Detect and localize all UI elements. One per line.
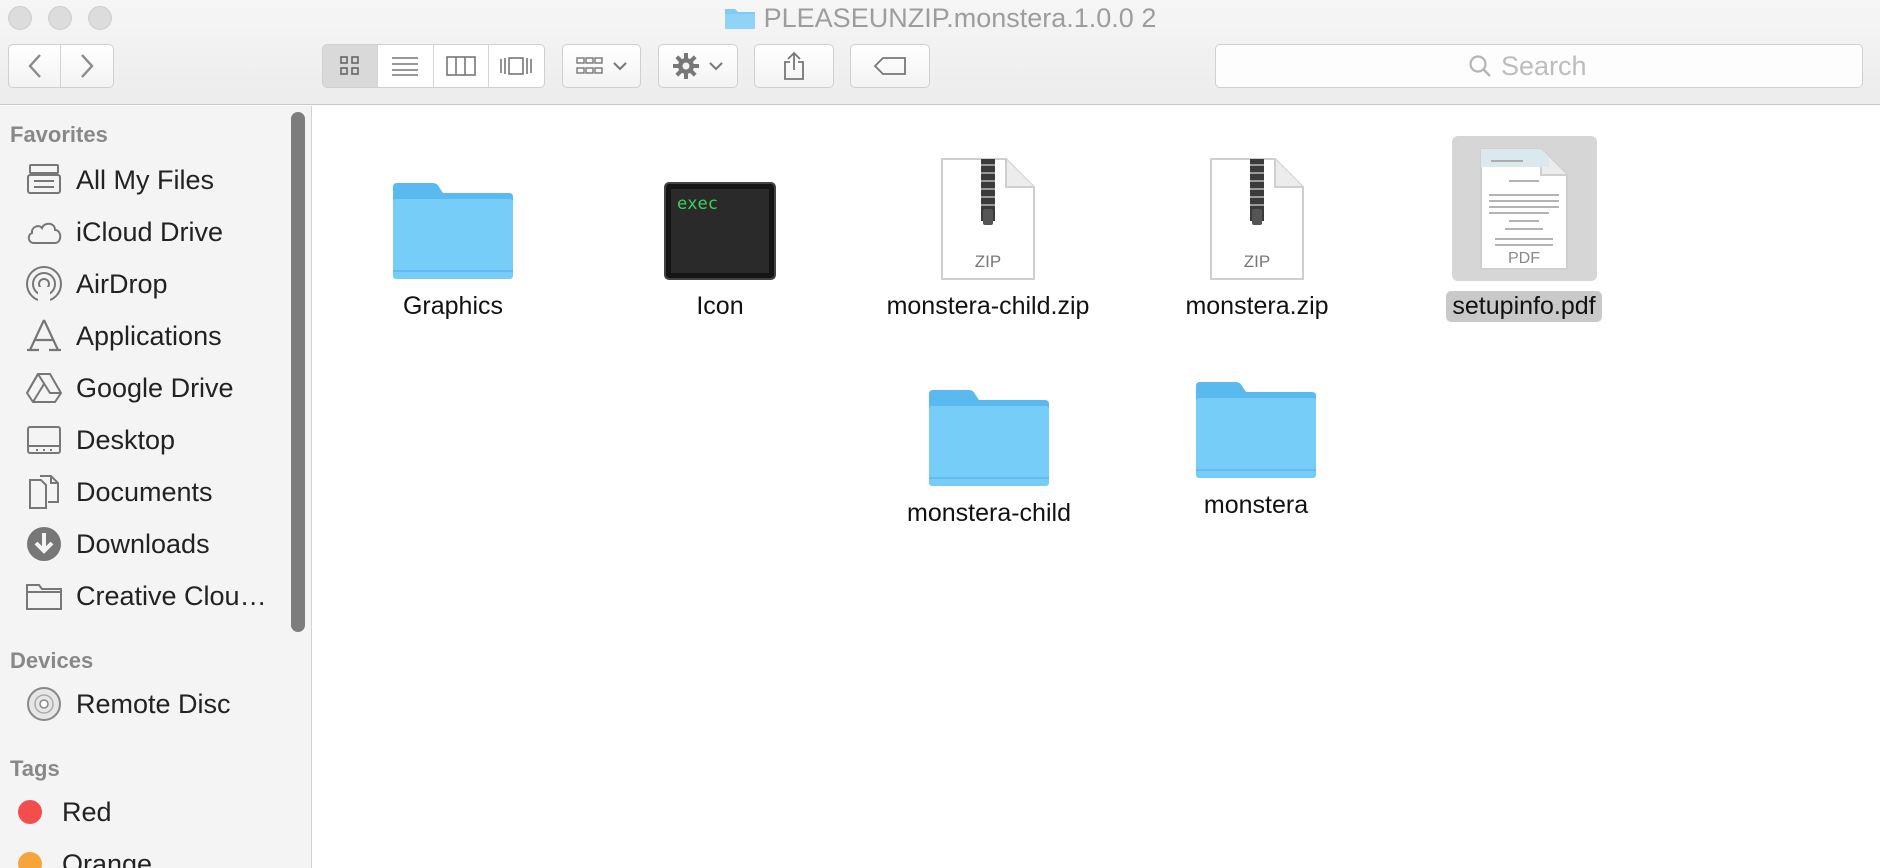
file-item-monstera-child-zip[interactable]: ZIP monstera-child.zip <box>853 121 1123 322</box>
sidebar-item-label: Creative Clou… <box>76 580 267 611</box>
sidebar-section-devices: Devices <box>10 648 94 673</box>
sidebar-tag-orange[interactable]: Orange <box>10 842 270 868</box>
file-name: monstera-child.zip <box>886 292 1090 320</box>
downloads-icon <box>24 524 64 564</box>
disc-icon <box>24 684 64 724</box>
sidebar-item-creative-cloud[interactable]: Creative Clou… <box>24 574 284 618</box>
all-files-icon <box>24 160 64 200</box>
search-input[interactable] <box>1501 50 1611 82</box>
list-view-button[interactable] <box>378 45 434 87</box>
sidebar-item-icloud-drive[interactable]: iCloud Drive <box>24 210 284 254</box>
forward-button[interactable] <box>61 45 113 87</box>
applications-icon <box>24 316 64 356</box>
sidebar: Favorites All My Files iCloud Drive AirD… <box>0 106 312 868</box>
list-view-icon <box>392 57 419 76</box>
sidebar-item-applications[interactable]: Applications <box>24 314 284 358</box>
sidebar-item-label: Orange <box>62 848 153 868</box>
selection-highlight: PDF <box>1451 136 1597 281</box>
chevron-down-icon <box>709 62 723 71</box>
sidebar-item-label: Applications <box>76 320 222 351</box>
exec-icon: exec <box>664 182 776 280</box>
google-drive-icon <box>24 368 64 408</box>
chevron-left-icon <box>27 54 41 78</box>
file-name: monstera <box>1203 491 1309 519</box>
chevron-right-icon <box>81 54 94 78</box>
window-title: PLEASEUNZIP.monstera.1.0.0 2 <box>0 0 1880 36</box>
folder-icon <box>724 9 755 29</box>
sidebar-item-label: Downloads <box>76 528 210 559</box>
sidebar-scrollbar[interactable] <box>291 112 305 632</box>
column-view-button[interactable] <box>434 45 489 87</box>
sidebar-item-label: Desktop <box>76 424 176 455</box>
file-name: Icon <box>696 292 744 320</box>
view-mode-control <box>322 44 545 88</box>
sidebar-item-google-drive[interactable]: Google Drive <box>24 366 284 410</box>
sidebar-item-desktop[interactable]: Desktop <box>24 418 284 462</box>
action-button[interactable] <box>658 44 738 88</box>
desktop-icon <box>24 420 64 460</box>
cloud-icon <box>24 212 64 252</box>
sidebar-item-label: Google Drive <box>76 372 234 403</box>
sidebar-item-label: Red <box>62 796 112 827</box>
file-browser[interactable]: Graphics exec Icon ZIP monstera-child.zi… <box>313 106 1880 868</box>
file-item-monstera[interactable]: monstera <box>1121 330 1391 521</box>
folder-icon <box>393 183 513 279</box>
file-name: Graphics <box>402 292 504 320</box>
sidebar-item-downloads[interactable]: Downloads <box>24 522 284 566</box>
cover-flow-view-button[interactable] <box>489 45 544 87</box>
sidebar-item-label: Remote Disc <box>76 688 231 719</box>
window-toolbar: PLEASEUNZIP.monstera.1.0.0 2 <box>0 0 1880 105</box>
file-item-monstera-zip[interactable]: ZIP monstera.zip <box>1122 121 1392 322</box>
sidebar-item-remote-disc[interactable]: Remote Disc <box>24 682 284 726</box>
file-name: monstera.zip <box>1185 292 1329 320</box>
search-field[interactable] <box>1215 44 1863 88</box>
share-button[interactable] <box>754 44 834 88</box>
cover-flow-icon <box>500 57 533 75</box>
nav-buttons <box>8 44 114 88</box>
share-icon <box>784 51 804 80</box>
pdf-badge: PDF <box>1508 250 1540 267</box>
orange-tag-dot <box>18 852 42 868</box>
zip-icon: ZIP <box>1210 158 1304 280</box>
sidebar-tag-red[interactable]: Red <box>10 790 270 834</box>
sidebar-item-all-my-files[interactable]: All My Files <box>24 158 284 202</box>
file-item-graphics[interactable]: Graphics <box>318 131 588 322</box>
chevron-down-icon <box>612 62 627 71</box>
airdrop-icon <box>24 264 64 304</box>
search-icon <box>1469 55 1491 77</box>
zip-badge: ZIP <box>1244 252 1270 271</box>
sidebar-item-label: All My Files <box>76 164 215 195</box>
sidebar-item-label: AirDrop <box>76 268 168 299</box>
tag-icon <box>873 57 906 75</box>
sidebar-item-label: Documents <box>76 476 213 507</box>
column-view-icon <box>445 56 476 76</box>
arrange-button[interactable] <box>562 44 641 88</box>
sidebar-item-documents[interactable]: Documents <box>24 470 284 514</box>
file-name: setupinfo.pdf <box>1446 291 1602 322</box>
sidebar-section-tags: Tags <box>10 756 60 781</box>
file-item-monstera-child[interactable]: monstera-child <box>854 338 1124 529</box>
sidebar-section-favorites: Favorites <box>10 122 108 147</box>
back-button[interactable] <box>9 45 62 87</box>
zip-icon: ZIP <box>941 158 1035 280</box>
sidebar-item-airdrop[interactable]: AirDrop <box>24 262 284 306</box>
folder-icon <box>24 576 64 616</box>
red-tag-dot <box>18 800 42 824</box>
folder-icon <box>1196 382 1316 478</box>
file-name: monstera-child <box>907 499 1071 527</box>
edit-tags-button[interactable] <box>850 44 930 88</box>
folder-icon <box>929 390 1049 486</box>
file-item-icon[interactable]: exec Icon <box>585 131 855 322</box>
zip-badge: ZIP <box>975 252 1001 271</box>
arrange-icon <box>575 57 603 74</box>
gear-icon <box>673 53 699 79</box>
exec-badge: exec <box>677 194 718 214</box>
pdf-icon: PDF <box>1480 147 1568 270</box>
file-item-setupinfo-pdf[interactable]: PDF setupinfo.pdf <box>1389 114 1659 322</box>
icon-view-button[interactable] <box>323 45 379 87</box>
documents-icon <box>24 472 64 512</box>
sidebar-item-label: iCloud Drive <box>76 216 224 247</box>
icon-view-icon <box>340 56 359 75</box>
window-title-text: PLEASEUNZIP.monstera.1.0.0 2 <box>763 2 1157 33</box>
